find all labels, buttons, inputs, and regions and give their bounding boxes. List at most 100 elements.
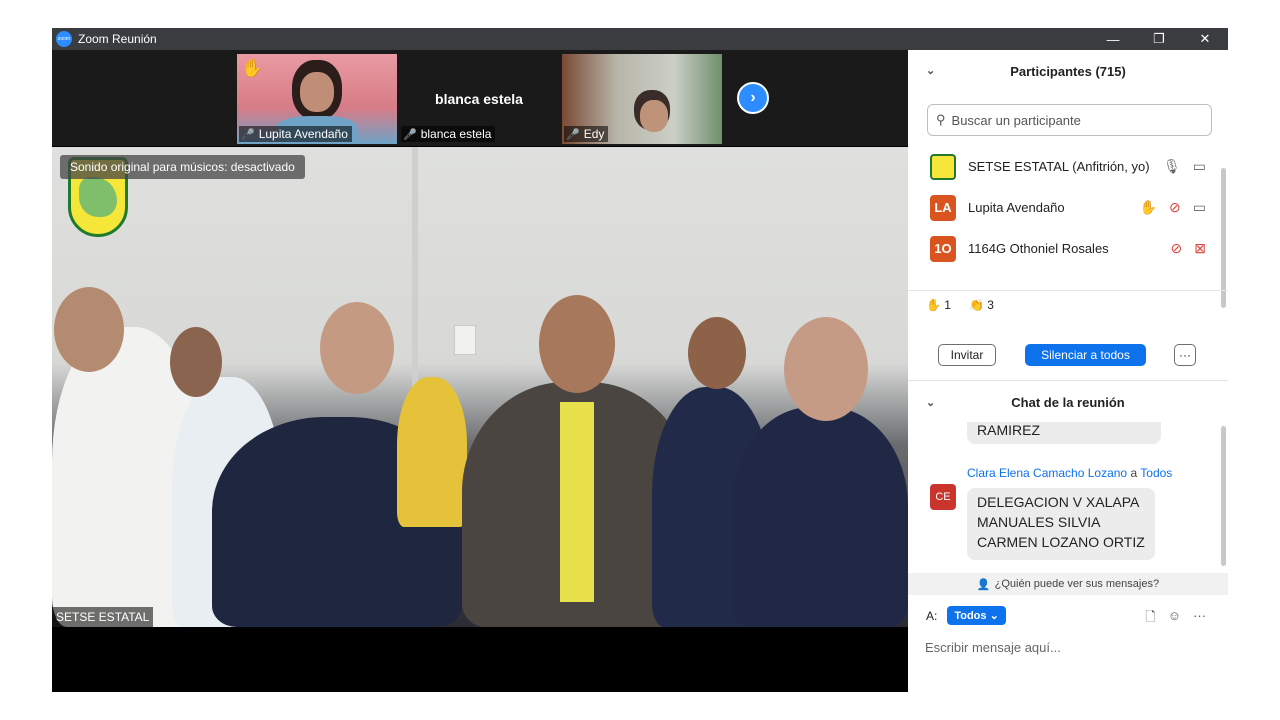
chat-header: ⌄ Chat de la reunión: [908, 382, 1228, 422]
who-can-see-messages[interactable]: 👤 ¿Quién puede ver sus mensajes?: [908, 573, 1228, 595]
attendee-7-head: [784, 317, 868, 421]
mic-icon[interactable]: 🎙: [1163, 158, 1181, 175]
reaction-counts: ✋ 1 👏 3: [926, 298, 994, 312]
sender-avatar: CE: [930, 484, 956, 510]
more-options-button[interactable]: ···: [1174, 344, 1196, 366]
chat-tools: 🗋 ☺ ···: [1145, 608, 1206, 630]
participant-name: Lupita Avendaño: [258, 127, 348, 141]
participant-search-input[interactable]: ⚲ Buscar un participante: [927, 104, 1212, 136]
collapse-chevron-icon[interactable]: ⌄: [926, 396, 935, 409]
chat-messages: RAMIREZ Clara Elena Camacho Lozano a Tod…: [908, 422, 1228, 572]
participant-name: SETSE ESTATAL (Anfitrión, yo): [968, 159, 1150, 174]
thumbnail-blanca[interactable]: blanca estela 🎤 blanca estela: [399, 54, 559, 144]
title-bar: zoom Zoom Reunión — ❐ ✕: [52, 28, 1228, 50]
video-area: ✋ 🎤 Lupita Avendaño blanca estela 🎤 blan…: [52, 50, 908, 692]
thumbnail-name-tag: 🎤 blanca estela: [401, 126, 496, 142]
participants-header: ⌄ Participantes (715): [908, 50, 1228, 92]
participant-name: Lupita Avendaño: [968, 200, 1065, 215]
message-text: RAMIREZ: [977, 422, 1040, 438]
attendee-4: [397, 377, 467, 527]
zoom-logo-icon: zoom: [56, 31, 72, 47]
sender-name[interactable]: Clara Elena Camacho Lozano: [967, 466, 1127, 480]
previous-message-bubble: RAMIREZ: [967, 422, 1161, 444]
speaker-name-label: SETSE ESTATAL: [52, 607, 154, 627]
message-line: DELEGACION V XALAPA: [977, 494, 1140, 510]
to-word: a: [1130, 466, 1138, 480]
collapse-chevron-icon[interactable]: ⌄: [926, 64, 935, 77]
divider: [908, 380, 1228, 381]
avatar: 1O: [930, 235, 956, 262]
message-line: CARMEN LOZANO ORTIZ: [977, 534, 1145, 550]
raise-hand-reaction: ✋ 1: [926, 298, 951, 312]
video-icon[interactable]: ▭: [1193, 158, 1206, 175]
clap-icon: 👏: [968, 298, 984, 312]
mic-muted-icon: 🎤: [403, 128, 417, 141]
person-lock-icon: 👤: [976, 578, 991, 591]
participant-row[interactable]: LA Lupita Avendaño ✋ ⊘ ▭: [908, 187, 1228, 228]
participant-name: blanca estela: [420, 127, 492, 141]
mic-muted-icon: 🎤: [241, 128, 255, 141]
chat-message-input[interactable]: Escribir mensaje aquí...: [925, 640, 1061, 655]
minimize-button[interactable]: —: [1090, 28, 1136, 50]
mic-muted-icon[interactable]: ⊘: [1171, 240, 1183, 257]
who-can-see-text: ¿Quién puede ver sus mensajes?: [994, 578, 1160, 590]
thumbnail-edy[interactable]: 🎤 Edy: [562, 54, 722, 144]
raised-hand-icon: ✋: [241, 58, 264, 78]
attendee-5-head: [539, 295, 615, 393]
recipient-selector: A: Todos ⌄: [926, 606, 1006, 625]
recipient-name: Todos: [1140, 466, 1173, 480]
restore-button[interactable]: ❐: [1136, 28, 1182, 50]
search-placeholder: Buscar un participante: [951, 112, 1081, 128]
participant-row[interactable]: 1O 1164G Othoniel Rosales ⊘ ⊠: [908, 228, 1228, 269]
clap-reaction: 👏 3: [969, 298, 994, 312]
light-switch: [454, 325, 476, 355]
window-title: Zoom Reunión: [78, 32, 157, 46]
mute-all-button[interactable]: Silenciar a todos: [1025, 344, 1146, 366]
hand-count: 1: [944, 298, 951, 312]
original-sound-notice: Sonido original para músicos: desactivad…: [60, 155, 305, 179]
recipient-value: Todos: [954, 610, 987, 622]
attendee-2-head: [170, 327, 222, 397]
chat-title: Chat de la reunión: [1011, 394, 1125, 410]
participants-title: Participantes (715): [1010, 63, 1126, 79]
avatar: LA: [930, 194, 956, 221]
video-icon[interactable]: ▭: [1193, 199, 1206, 216]
thumbnail-name-tag: 🎤 Lupita Avendaño: [239, 126, 352, 142]
participant-face: [640, 100, 668, 132]
thumbnail-strip: ✋ 🎤 Lupita Avendaño blanca estela 🎤 blan…: [52, 50, 908, 146]
participant-list: SETSE ESTATAL (Anfitrión, yo) 🎙 ▭ LA Lup…: [908, 146, 1228, 269]
participant-name: 1164G Othoniel Rosales: [968, 241, 1109, 256]
participants-scrollbar[interactable]: [1221, 168, 1226, 308]
yellow-tie: [560, 402, 594, 602]
avatar: [930, 153, 956, 180]
logo-map-shape: [79, 177, 117, 217]
chevron-down-icon: ⌄: [989, 610, 999, 622]
to-label: A:: [926, 608, 938, 623]
mic-muted-icon: 🎤: [566, 128, 580, 141]
file-icon[interactable]: 🗋: [1145, 608, 1155, 630]
attendee-1-head: [54, 287, 124, 372]
chat-header-bar: ⌄ Chat de la reunión: [908, 382, 1228, 422]
more-icon[interactable]: ···: [1193, 608, 1206, 630]
message-line: MANUALES SILVIA: [977, 514, 1101, 530]
chat-scrollbar[interactable]: [1221, 426, 1226, 566]
participant-face: [300, 72, 334, 112]
zoom-window: zoom Zoom Reunión — ❐ ✕ ✋ 🎤 Lupita Avend…: [52, 28, 1228, 692]
clap-count: 3: [987, 298, 994, 312]
video-off-icon[interactable]: ⊠: [1194, 240, 1206, 257]
thumbnail-lupita[interactable]: ✋ 🎤 Lupita Avendaño: [237, 54, 397, 144]
message-bubble: DELEGACION V XALAPA MANUALES SILVIA CARM…: [967, 488, 1155, 560]
emoji-icon[interactable]: ☺: [1168, 608, 1181, 630]
search-icon: ⚲: [936, 112, 946, 127]
attendee-7-suit: [732, 407, 908, 627]
side-panel: ⌄ Participantes (715) ⚲ Buscar un partic…: [908, 50, 1228, 692]
hand-icon: ✋: [926, 298, 941, 312]
mic-muted-icon[interactable]: ⊘: [1169, 199, 1181, 216]
attendee-3-head: [320, 302, 394, 394]
recipient-dropdown[interactable]: Todos ⌄: [947, 606, 1006, 625]
participant-row[interactable]: SETSE ESTATAL (Anfitrión, yo) 🎙 ▭: [908, 146, 1228, 187]
invite-button[interactable]: Invitar: [938, 344, 996, 366]
next-page-button[interactable]: ›: [737, 82, 769, 114]
raised-hand-icon: ✋: [1139, 199, 1158, 215]
close-button[interactable]: ✕: [1182, 28, 1228, 50]
